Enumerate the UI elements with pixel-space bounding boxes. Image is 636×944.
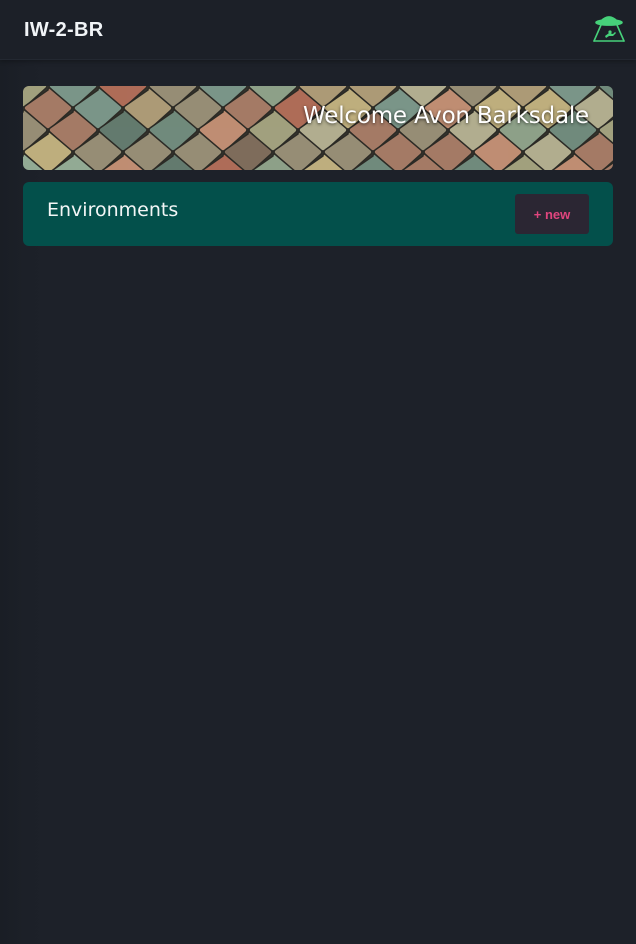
environments-panel: Environments + new <box>23 182 613 246</box>
ufo-abduction-icon[interactable] <box>591 12 627 44</box>
welcome-message: Welcome Avon Barksdale <box>303 103 589 129</box>
top-bar: IW-2-BR <box>0 0 636 60</box>
welcome-banner: Welcome Avon Barksdale <box>23 86 613 170</box>
app-title: IW-2-BR <box>24 19 104 41</box>
environments-title: Environments <box>47 199 179 221</box>
new-environment-button[interactable]: + new <box>515 194 589 234</box>
